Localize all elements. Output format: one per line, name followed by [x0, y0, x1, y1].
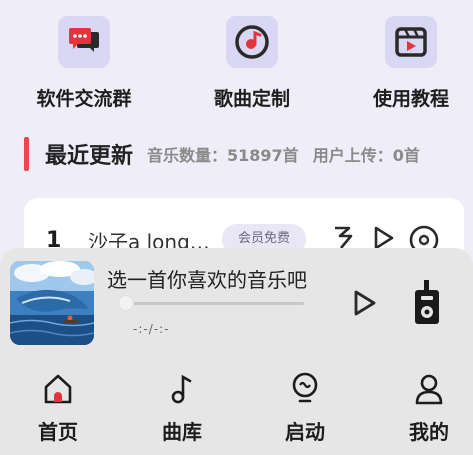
tab-mine[interactable]: 我的 [389, 372, 469, 445]
quick-action-song-custom[interactable]: 歌曲定制 [192, 16, 312, 111]
quick-actions: 软件交流群 歌曲定制 使用教程 [0, 0, 473, 120]
play-time: -:-/-:- [133, 322, 170, 336]
radio-icon[interactable] [412, 280, 442, 326]
player-prompt: 选一首你喜欢的音乐吧 [107, 268, 307, 292]
progress-knob[interactable] [118, 295, 134, 311]
video-clapper-icon [385, 16, 437, 68]
quick-action-label: 使用教程 [372, 88, 449, 110]
section-title: 最近更新 [45, 144, 134, 169]
user-icon [389, 372, 469, 406]
chat-bubbles-icon [58, 16, 110, 68]
music-count: 音乐数量：51897首 [147, 146, 299, 165]
music-disc-icon [226, 16, 278, 68]
play-icon[interactable] [350, 288, 380, 318]
tab-label: 首页 [38, 420, 78, 444]
tab-launch[interactable]: 启动 [265, 372, 345, 445]
tab-library[interactable]: 曲库 [142, 372, 222, 445]
recent-updates-header: 最近更新 音乐数量：51897首 用户上传：0首 [24, 136, 420, 172]
bottom-tab-bar: 首页 曲库 启动 我的 [0, 372, 473, 455]
tab-label: 我的 [409, 420, 449, 444]
quick-action-tutorial[interactable]: 使用教程 [351, 16, 471, 111]
stats: 音乐数量：51897首 用户上传：0首 [147, 142, 420, 166]
tab-label: 启动 [285, 420, 325, 444]
user-uploads: 用户上传：0首 [312, 146, 420, 165]
quick-action-label: 软件交流群 [36, 88, 132, 110]
quick-action-label: 歌曲定制 [213, 88, 290, 110]
tab-label: 曲库 [162, 420, 202, 444]
quick-action-chat-group[interactable]: 软件交流群 [24, 16, 144, 111]
lightbulb-icon [265, 372, 345, 406]
home-icon [18, 372, 98, 406]
tab-home[interactable]: 首页 [18, 372, 98, 445]
progress-track[interactable] [126, 302, 304, 305]
album-cover[interactable] [10, 261, 94, 345]
music-note-icon [142, 372, 222, 406]
accent-bar [24, 137, 29, 171]
